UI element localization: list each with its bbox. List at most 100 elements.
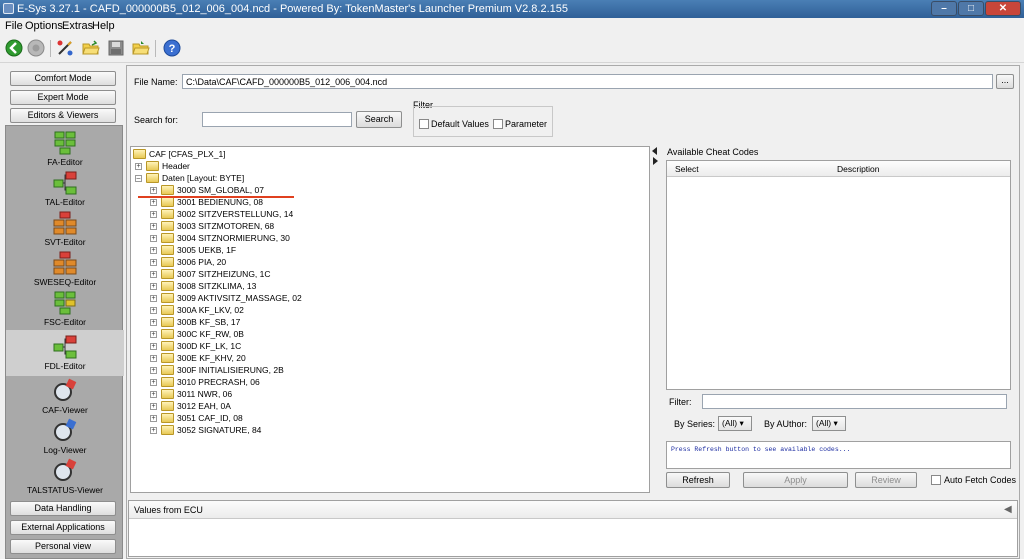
expand-icon[interactable]: + xyxy=(150,271,157,278)
by-series-select[interactable]: (All) ▾ xyxy=(718,416,752,431)
parameter-checkbox[interactable] xyxy=(493,119,503,129)
close-button[interactable]: ✕ xyxy=(985,1,1021,16)
fa-editor-item[interactable]: FA-Editor xyxy=(6,130,124,167)
title-bar: E-Sys 3.27.1 - CAFD_000000B5_012_006_004… xyxy=(0,0,1024,18)
expand-icon[interactable]: + xyxy=(135,163,142,170)
expand-icon[interactable]: + xyxy=(150,403,157,410)
expand-icon[interactable]: + xyxy=(150,199,157,206)
menu-options[interactable]: Options xyxy=(25,20,63,32)
tree-item-label: 300B KF_SB, 17 xyxy=(177,317,241,327)
disabled-circle-icon[interactable] xyxy=(26,38,46,58)
log-viewer-item[interactable]: Log-Viewer xyxy=(6,418,124,455)
open-file-icon[interactable] xyxy=(131,38,151,58)
minimize-button[interactable]: – xyxy=(931,1,957,16)
back-icon[interactable] xyxy=(4,38,24,58)
menu-extras[interactable]: Extras xyxy=(62,20,93,32)
expand-icon[interactable]: + xyxy=(150,331,157,338)
search-input[interactable] xyxy=(202,112,352,127)
folder-icon xyxy=(146,161,159,171)
column-description[interactable]: Description xyxy=(837,164,880,174)
fsc-editor-item[interactable]: FSC-Editor xyxy=(6,290,124,327)
collapse-panel-icon[interactable]: ◀ xyxy=(1004,504,1012,515)
tal-editor-icon xyxy=(53,171,77,195)
menu-file[interactable]: File xyxy=(5,20,23,32)
cheat-codes-table[interactable]: Select Description xyxy=(666,160,1011,390)
expand-icon[interactable]: + xyxy=(150,223,157,230)
auto-fetch-checkbox[interactable] xyxy=(931,475,941,485)
expand-icon[interactable]: + xyxy=(150,187,157,194)
tree-item-label: 3006 PIA, 20 xyxy=(177,257,227,267)
tree-item-label: 3052 SIGNATURE, 84 xyxy=(177,425,262,435)
editors-viewers-button[interactable]: Editors & Viewers xyxy=(10,108,116,123)
tree-item-label: 3003 SITZMOTOREN, 68 xyxy=(177,221,275,231)
expand-icon[interactable]: + xyxy=(150,247,157,254)
expand-icon[interactable]: + xyxy=(150,295,157,302)
open-folder-icon[interactable] xyxy=(81,38,101,58)
column-select[interactable]: Select xyxy=(675,164,699,174)
collapse-icon[interactable]: – xyxy=(135,175,142,182)
folder-open-icon xyxy=(146,173,159,183)
expert-mode-button[interactable]: Expert Mode xyxy=(10,90,116,105)
review-button[interactable]: Review xyxy=(855,472,917,488)
default-values-checkbox[interactable] xyxy=(419,119,429,129)
collapse-left-icon[interactable] xyxy=(652,147,657,155)
apply-button[interactable]: Apply xyxy=(743,472,848,488)
cheat-filter-input[interactable] xyxy=(702,394,1007,409)
editors-panel: FA-Editor TAL-Editor SVT-Editor SWESEQ-E… xyxy=(5,125,124,559)
caf-viewer-item[interactable]: CAF-Viewer xyxy=(6,378,124,415)
sweseq-editor-item[interactable]: SWESEQ-Editor xyxy=(6,250,124,287)
refresh-button[interactable]: Refresh xyxy=(666,472,730,488)
fdl-editor-item[interactable]: FDL-Editor xyxy=(6,330,124,376)
external-applications-button[interactable]: External Applications xyxy=(10,520,116,535)
chevron-down-icon: ▾ xyxy=(833,418,838,428)
by-author-value: (All) xyxy=(816,418,832,428)
expand-icon[interactable]: + xyxy=(150,283,157,290)
toolbar: ? xyxy=(0,35,1024,63)
tal-editor-item[interactable]: TAL-Editor xyxy=(6,170,124,207)
expand-icon[interactable]: + xyxy=(150,235,157,242)
data-handling-button[interactable]: Data Handling xyxy=(10,501,116,516)
by-author-select[interactable]: (All) ▾ xyxy=(812,416,846,431)
help-icon[interactable]: ? xyxy=(162,38,182,58)
toolbar-separator xyxy=(50,40,51,57)
search-button[interactable]: Search xyxy=(356,111,402,128)
folder-icon xyxy=(161,293,174,303)
expand-icon[interactable]: + xyxy=(150,355,157,362)
connect-icon[interactable] xyxy=(55,38,75,58)
window-title: E-Sys 3.27.1 - CAFD_000000B5_012_006_004… xyxy=(17,3,568,15)
file-name-field[interactable]: C:\Data\CAF\CAFD_000000B5_012_006_004.nc… xyxy=(182,74,993,89)
talstatus-viewer-item[interactable]: TALSTATUS-Viewer xyxy=(6,458,124,495)
auto-fetch-label: Auto Fetch Codes xyxy=(944,475,1017,485)
expand-icon[interactable]: + xyxy=(150,367,157,374)
save-icon[interactable] xyxy=(106,38,126,58)
expand-icon[interactable]: + xyxy=(150,427,157,434)
expand-icon[interactable]: + xyxy=(150,319,157,326)
expand-icon[interactable]: + xyxy=(150,391,157,398)
folder-icon xyxy=(161,353,174,363)
svt-editor-item[interactable]: SVT-Editor xyxy=(6,210,124,247)
menu-help[interactable]: Help xyxy=(92,20,115,32)
tree-item-label: 3011 NWR, 06 xyxy=(177,389,233,399)
collapse-right-icon[interactable] xyxy=(653,157,658,165)
tree-item-label: 300F INITIALISIERUNG, 2B xyxy=(177,365,284,375)
fa-editor-icon xyxy=(54,131,76,155)
maximize-button[interactable]: □ xyxy=(958,1,984,16)
caf-tree[interactable]: CAF [CFAS_PLX_1] + Header – Daten [Layou… xyxy=(130,146,650,493)
expand-icon[interactable]: + xyxy=(150,259,157,266)
fsc-editor-label: FSC-Editor xyxy=(43,317,87,327)
default-values-label: Default Values xyxy=(431,119,489,129)
expand-icon[interactable]: + xyxy=(150,343,157,350)
menu-bar: File Options Extras Help xyxy=(0,18,1024,35)
chevron-down-icon: ▾ xyxy=(739,418,744,428)
comfort-mode-button[interactable]: Comfort Mode xyxy=(10,71,116,86)
expand-icon[interactable]: + xyxy=(150,379,157,386)
expand-icon[interactable]: + xyxy=(150,307,157,314)
expand-icon[interactable]: + xyxy=(150,415,157,422)
expand-icon[interactable]: + xyxy=(150,211,157,218)
highlight-underline xyxy=(138,196,294,198)
tree-root-label: CAF [CFAS_PLX_1] xyxy=(149,149,226,159)
personal-view-button[interactable]: Personal view xyxy=(10,539,116,554)
browse-button[interactable]: ... xyxy=(996,74,1014,89)
svt-editor-icon xyxy=(53,211,77,235)
by-series-value: (All) xyxy=(722,418,738,428)
